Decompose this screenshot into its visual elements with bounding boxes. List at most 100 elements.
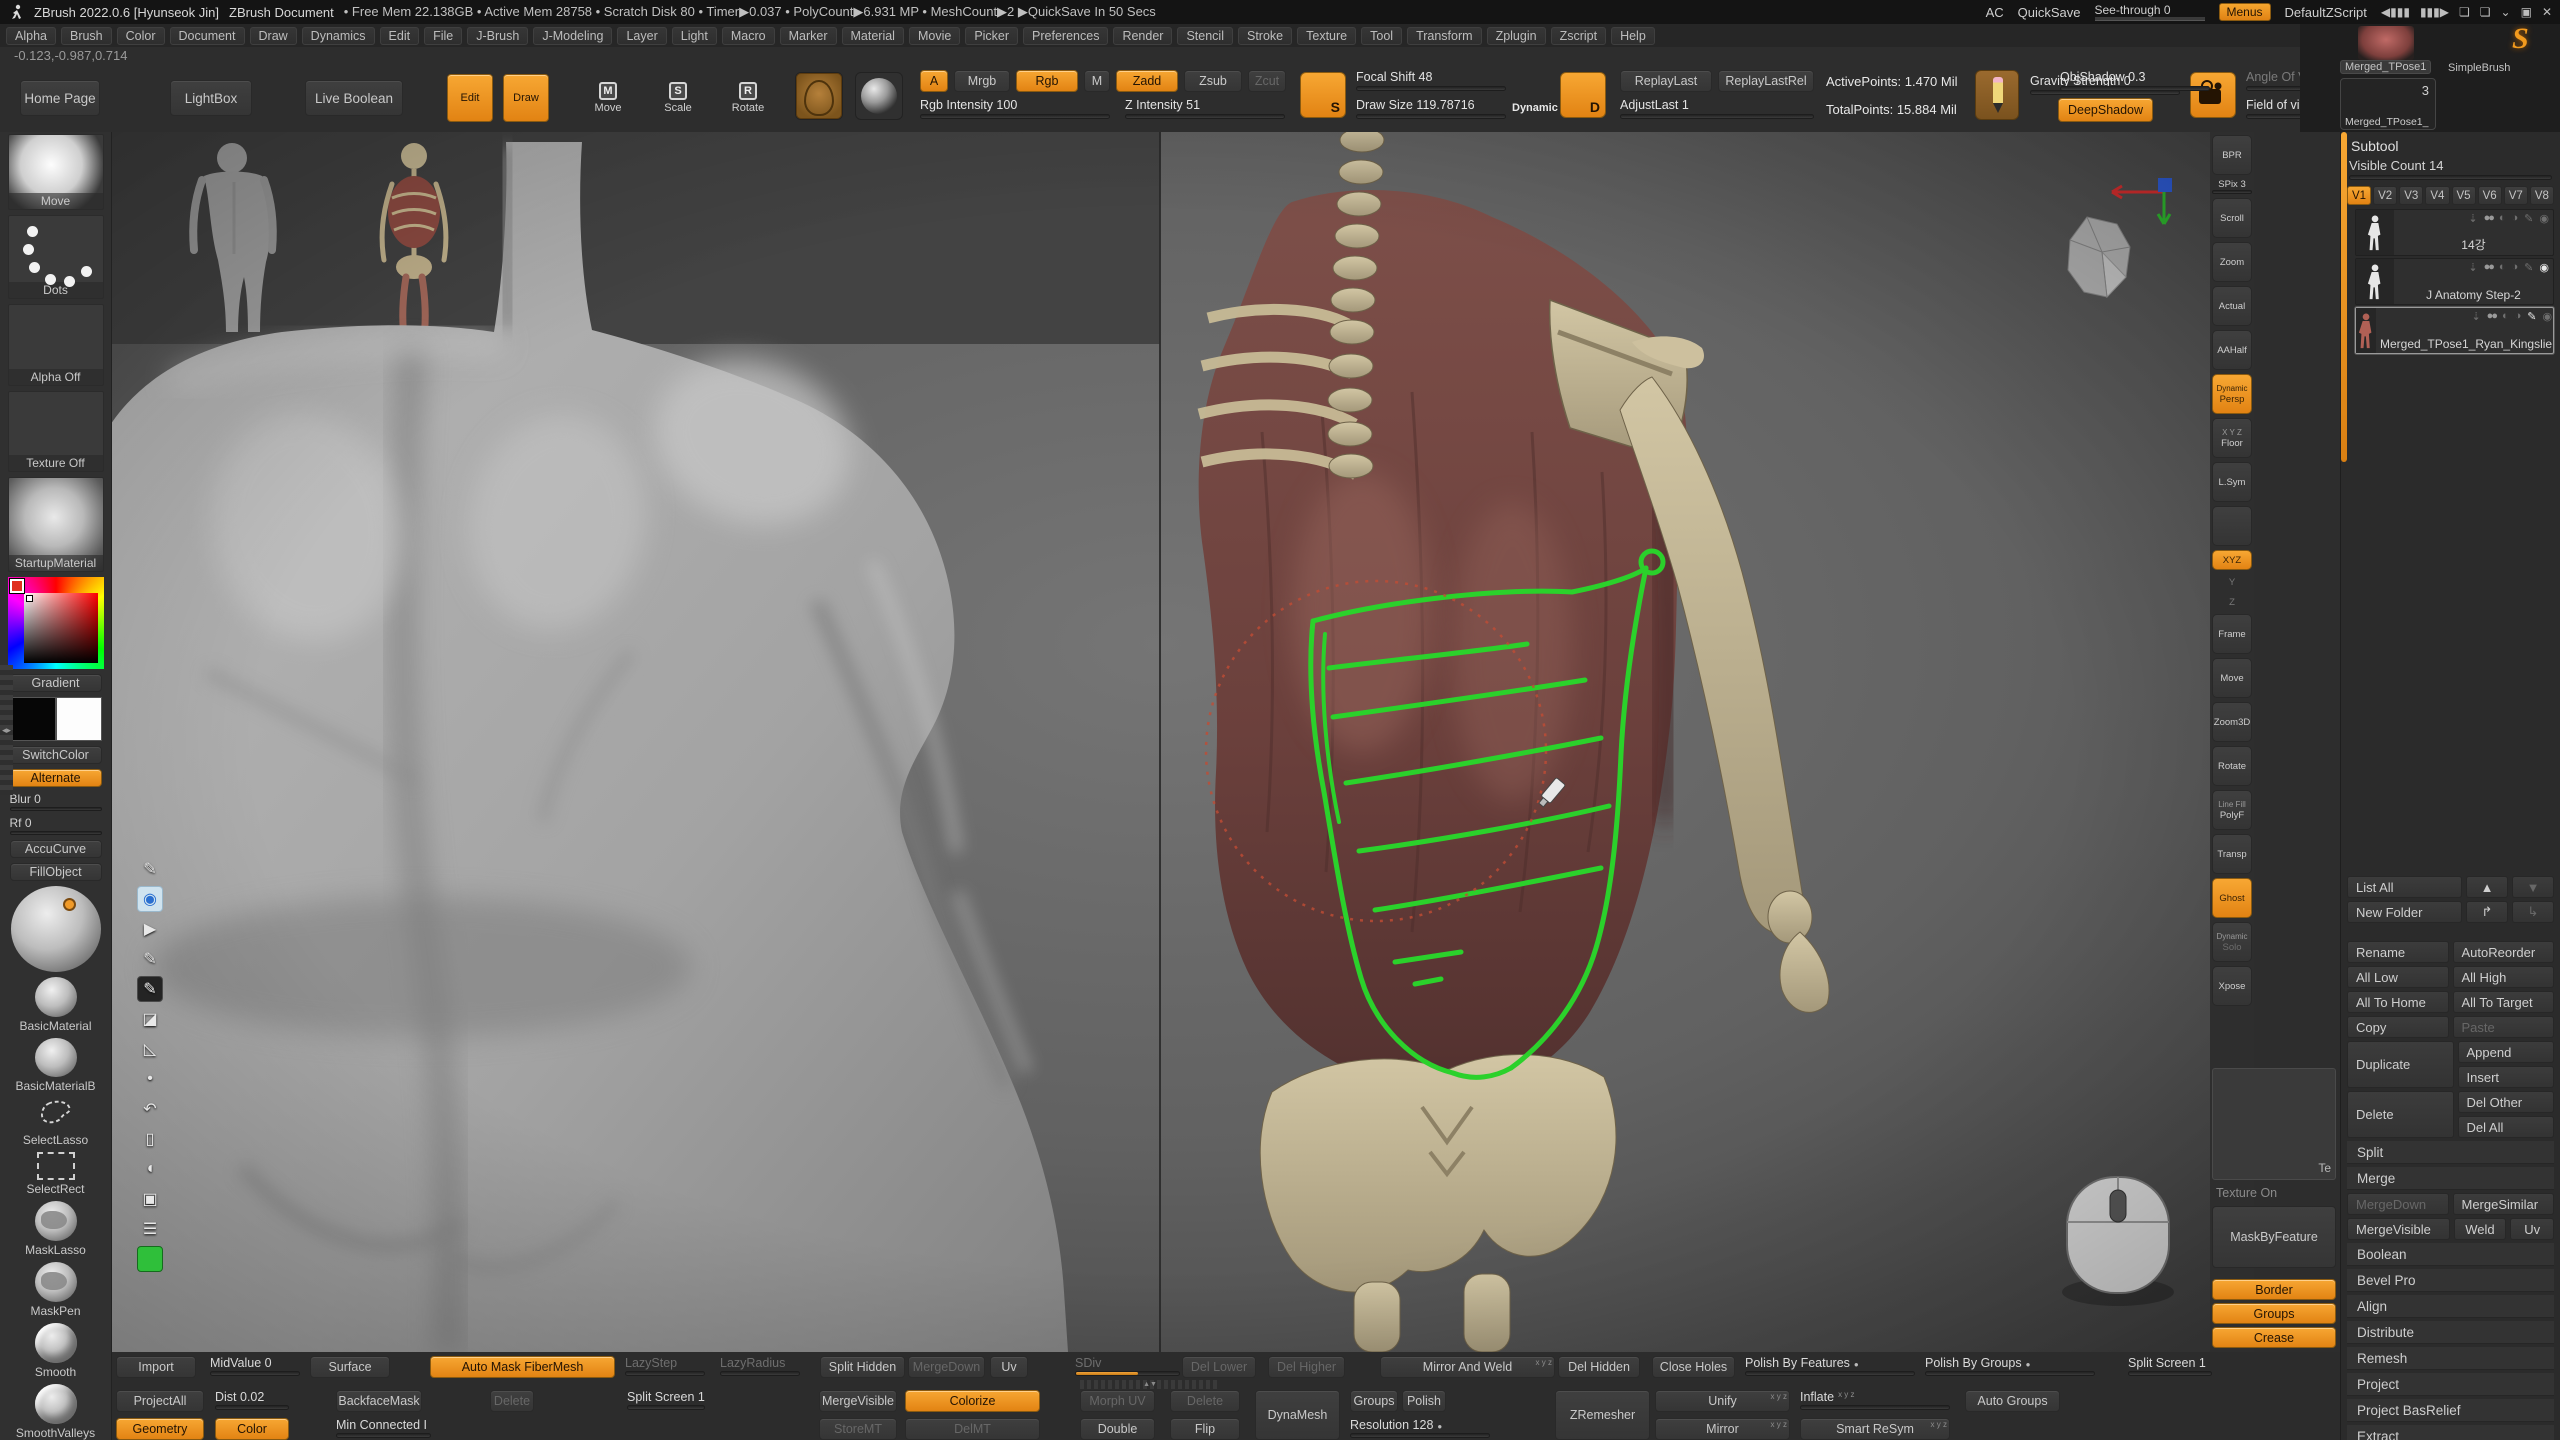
doc-layout-icon[interactable]: ❏ (2459, 5, 2470, 19)
14강[interactable]: ⇣ ●● ◐ ◑ ✎ ◉ 14강 (2355, 209, 2554, 256)
doc-layout2-icon[interactable]: ❏ (2480, 5, 2491, 19)
delete-2-button[interactable]: Delete (1170, 1390, 1240, 1412)
switchcolor-button[interactable]: SwitchColor (10, 746, 102, 764)
menu-item[interactable]: J-Brush (467, 27, 528, 45)
all-low-button[interactable]: All Low (2347, 966, 2449, 988)
solo-button[interactable]: Dynamic Solo (2212, 922, 2252, 962)
subtool-version-tab[interactable]: V7 (2504, 186, 2528, 205)
current-material-button[interactable] (855, 72, 903, 120)
backfacemask-button[interactable]: BackfaceMask (336, 1390, 422, 1412)
move-down-button[interactable]: ▼ (2512, 876, 2554, 898)
auto-groups-button[interactable]: Auto Groups (1965, 1390, 2060, 1412)
border-button[interactable]: Border (2212, 1279, 2336, 1300)
color-swatch-green[interactable] (137, 1246, 163, 1272)
menus-button[interactable]: Menus (2219, 3, 2271, 21)
objshadow-slider[interactable]: ObjShadow 0.3 (2060, 70, 2210, 91)
current-brush-button[interactable] (795, 72, 843, 120)
select-rect-icon[interactable] (37, 1152, 75, 1181)
all-to-target-button[interactable]: All To Target (2453, 991, 2555, 1013)
mergedown-button[interactable]: MergeDown (908, 1356, 985, 1378)
autoreorder-button[interactable]: AutoReorder (2453, 941, 2555, 963)
menu-item[interactable]: File (424, 27, 462, 45)
crease-button[interactable]: Crease (2212, 1327, 2336, 1348)
draw-button[interactable]: Draw (503, 74, 549, 122)
rgb-button[interactable]: Rgb (1016, 70, 1078, 92)
menu-item[interactable]: Help (1611, 27, 1655, 45)
close-button[interactable]: ✕ (2542, 5, 2552, 19)
move-view-button[interactable]: Move (2212, 658, 2252, 698)
del-other-button[interactable]: Del Other (2458, 1091, 2555, 1113)
draw-size-icon[interactable]: D (1560, 72, 1606, 118)
duplicate-button[interactable]: Duplicate (2347, 1041, 2454, 1088)
flip-button[interactable]: Flip (1170, 1418, 1240, 1440)
menu-item[interactable]: Light (672, 27, 717, 45)
zsub-button[interactable]: Zsub (1184, 70, 1242, 92)
rename-button[interactable]: Rename (2347, 941, 2449, 963)
ruler-icon[interactable]: ◺ (137, 1036, 163, 1062)
merge-section[interactable]: Merge (2347, 1167, 2554, 1190)
zoom3d-button[interactable]: Zoom3D (2212, 702, 2252, 742)
split-screen-2-slider[interactable]: Split Screen 1 (627, 1390, 705, 1410)
scale-button[interactable]: S Scale (655, 74, 701, 122)
live-boolean-button[interactable]: Live Boolean (305, 80, 403, 116)
eraser-icon[interactable]: ◪ (137, 1006, 163, 1032)
focal-shift-icon[interactable]: S (1300, 72, 1346, 118)
color-preview-sphere[interactable] (11, 886, 101, 972)
menu-icon[interactable]: ☰ (137, 1216, 163, 1242)
mask-pen-sphere[interactable] (35, 1262, 77, 1302)
midvalue-slider[interactable]: MidValue 0 (210, 1356, 300, 1376)
Merged_TPose1_Ryan_Kingslie[interactable]: ⇣ ●● ◐ ◑ ✎ ◉ Merged_TPose1_Ryan_Kingslie (2355, 307, 2554, 354)
scroll-button[interactable]: Scroll (2212, 198, 2252, 238)
inflate-slider[interactable]: Inflatex y z (1800, 1390, 1950, 1410)
zoom-button[interactable]: Zoom (2212, 242, 2252, 282)
mirror-and-weld-button[interactable]: Mirror And Weldx y z (1380, 1356, 1555, 1378)
gradient-button[interactable]: Gradient (10, 674, 102, 692)
paste-button[interactable]: Paste (2453, 1016, 2555, 1038)
J Anatomy Step-2[interactable]: ⇣ ●● ◐ ◑ ✎ ◉ J Anatomy Step-2 (2355, 258, 2554, 305)
section-align[interactable]: Align (2347, 1295, 2554, 1318)
section-project[interactable]: Project (2347, 1373, 2554, 1396)
draw-size-slider[interactable]: Draw Size 119.78716 (1356, 98, 1506, 119)
subtool-version-tab[interactable]: V5 (2452, 186, 2476, 205)
tray-right-icon[interactable]: ▮▮▮▶ (2420, 5, 2449, 19)
menu-item[interactable]: Movie (909, 27, 960, 45)
xpose-button[interactable]: Xpose (2212, 966, 2252, 1006)
unify-button[interactable]: Unifyx y z (1655, 1390, 1790, 1412)
colorize-button[interactable]: Colorize (905, 1390, 1040, 1412)
rot-z-button[interactable]: Z (2212, 594, 2252, 610)
menu-item[interactable]: Draw (250, 27, 297, 45)
cursor-icon[interactable]: ▶ (137, 916, 163, 942)
section-project-basrelief[interactable]: Project BasRelief (2347, 1399, 2554, 1422)
tool-preview-image[interactable] (2358, 26, 2414, 60)
morph-uv-button[interactable]: Morph UV (1080, 1390, 1155, 1412)
smart-resym-button[interactable]: Smart ReSymx y z (1800, 1418, 1950, 1440)
restore-button[interactable]: ▣ (2521, 5, 2532, 19)
subtool-item-icons[interactable]: ⇣ ●● ◐ ◑ ✎ ◉ (2398, 212, 2549, 225)
fillobject-button[interactable]: FillObject (10, 863, 102, 881)
quicksave-button[interactable]: QuickSave (2018, 5, 2081, 20)
actual-button[interactable]: Actual (2212, 286, 2252, 326)
surface-button[interactable]: Surface (310, 1356, 390, 1378)
lightbox-button[interactable]: LightBox (170, 80, 252, 116)
dist-slider[interactable]: Dist 0.02 (215, 1390, 289, 1410)
split-screen-slider[interactable]: Split Screen 1 (2128, 1356, 2212, 1376)
sdiv-slider[interactable]: SDiv (1075, 1356, 1180, 1376)
blur-slider[interactable]: Blur 0 (10, 792, 102, 811)
rgb-intensity-slider[interactable]: Rgb Intensity 100 (920, 98, 1110, 119)
del-hidden-button[interactable]: Del Hidden (1558, 1356, 1640, 1378)
insert-button[interactable]: Insert (2458, 1066, 2555, 1088)
new-folder-button[interactable]: New Folder (2347, 901, 2462, 923)
zcut-button[interactable]: Zcut (1248, 70, 1286, 92)
edit-button[interactable]: Edit (447, 74, 493, 122)
all-to-home-button[interactable]: All To Home (2347, 991, 2449, 1013)
basic-material-sphere[interactable] (35, 977, 77, 1017)
move-up-button[interactable]: ▲ (2466, 876, 2508, 898)
trash-icon[interactable]: ▯ (137, 1126, 163, 1152)
subtool-version-tab[interactable]: V4 (2425, 186, 2449, 205)
uv-button[interactable]: Uv (990, 1356, 1028, 1378)
menu-item[interactable]: Stroke (1238, 27, 1292, 45)
select-lasso-icon[interactable] (34, 1098, 78, 1130)
menu-item[interactable]: Preferences (1023, 27, 1108, 45)
texture-thumbnail[interactable]: Texture Off (8, 391, 104, 473)
rotate-view-button[interactable]: Rotate (2212, 746, 2252, 786)
